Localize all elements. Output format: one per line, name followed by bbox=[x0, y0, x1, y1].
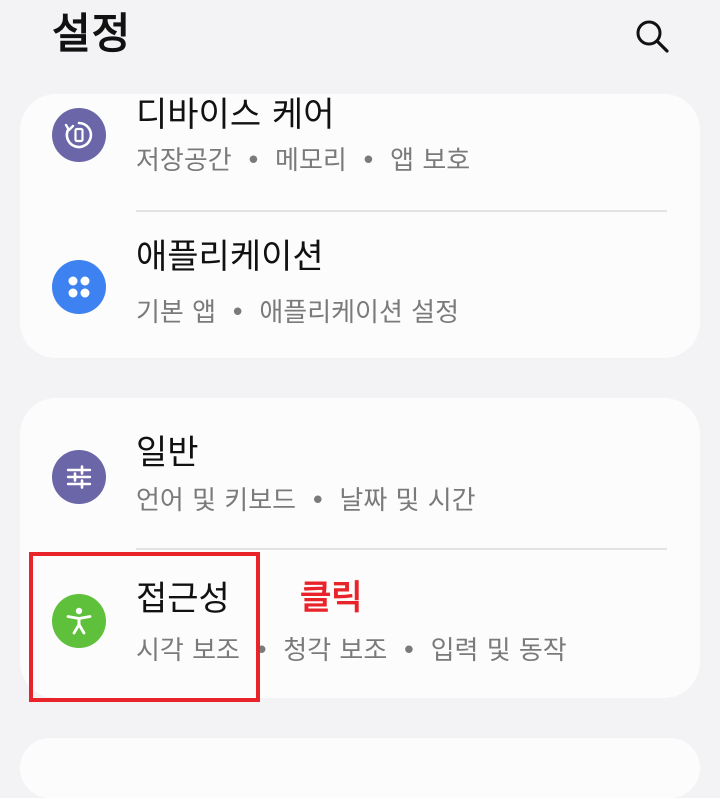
subtitle-part: 입력 및 동작 bbox=[430, 636, 567, 666]
separator: • bbox=[401, 636, 417, 666]
subtitle-part: 기본 앱 bbox=[136, 298, 217, 328]
subtitle-part: 시각 보조 bbox=[136, 636, 240, 666]
settings-item-accessibility[interactable]: 접근성 시각 보조 • 청각 보조 • 입력 및 동작 bbox=[20, 550, 700, 698]
item-subtitle: 저장공간 • 메모리 • 앱 보호 bbox=[136, 144, 470, 178]
sliders-icon bbox=[52, 450, 106, 504]
item-title: 디바이스 케어 bbox=[136, 95, 335, 135]
subtitle-part: 날짜 및 시간 bbox=[339, 486, 476, 516]
header: 설정 bbox=[0, 0, 720, 80]
settings-group-1: 디바이스 케어 저장공간 • 메모리 • 앱 보호 애플리케이션 기본 앱 • 애플리케이션… bbox=[20, 94, 700, 358]
separator: • bbox=[253, 636, 270, 666]
item-title: 애플리케이션 bbox=[136, 237, 324, 277]
subtitle-part: 애플리케이션 설정 bbox=[259, 298, 459, 328]
item-title: 일반 bbox=[136, 433, 199, 473]
subtitle-part: 언어 및 키보드 bbox=[136, 486, 297, 516]
item-subtitle: 시각 보조 • 청각 보조 • 입력 및 동작 bbox=[136, 634, 567, 668]
separator: • bbox=[310, 486, 326, 516]
settings-item-general[interactable]: 일반 언어 및 키보드 • 날짜 및 시간 bbox=[20, 398, 700, 548]
item-title: 접근성 bbox=[136, 579, 230, 619]
accessibility-icon bbox=[52, 594, 106, 648]
search-button[interactable] bbox=[628, 12, 676, 60]
settings-item-device-care[interactable]: 디바이스 케어 저장공간 • 메모리 • 앱 보호 bbox=[20, 94, 700, 212]
subtitle-part: 청각 보조 bbox=[283, 636, 388, 666]
subtitle-part: 앱 보호 bbox=[390, 146, 471, 176]
subtitle-part: 저장공간 bbox=[136, 146, 232, 176]
item-subtitle: 언어 및 키보드 • 날짜 및 시간 bbox=[136, 484, 476, 518]
settings-group-2: 일반 언어 및 키보드 • 날짜 및 시간 접근성 시각 보조 • 청각 보조 • 입력 및… bbox=[20, 398, 700, 698]
settings-group-3 bbox=[20, 738, 700, 798]
subtitle-part: 메모리 bbox=[275, 146, 347, 176]
click-annotation: 클릭 bbox=[300, 578, 363, 618]
separator: • bbox=[245, 146, 262, 176]
device-care-icon bbox=[52, 108, 106, 162]
settings-item-applications[interactable]: 애플리케이션 기본 앱 • 애플리케이션 설정 bbox=[20, 212, 700, 358]
separator: • bbox=[230, 298, 246, 328]
apps-grid-icon bbox=[52, 260, 106, 314]
item-subtitle: 기본 앱 • 애플리케이션 설정 bbox=[136, 296, 459, 330]
search-icon bbox=[636, 20, 669, 53]
separator: • bbox=[360, 146, 377, 176]
page-title: 설정 bbox=[52, 9, 132, 58]
